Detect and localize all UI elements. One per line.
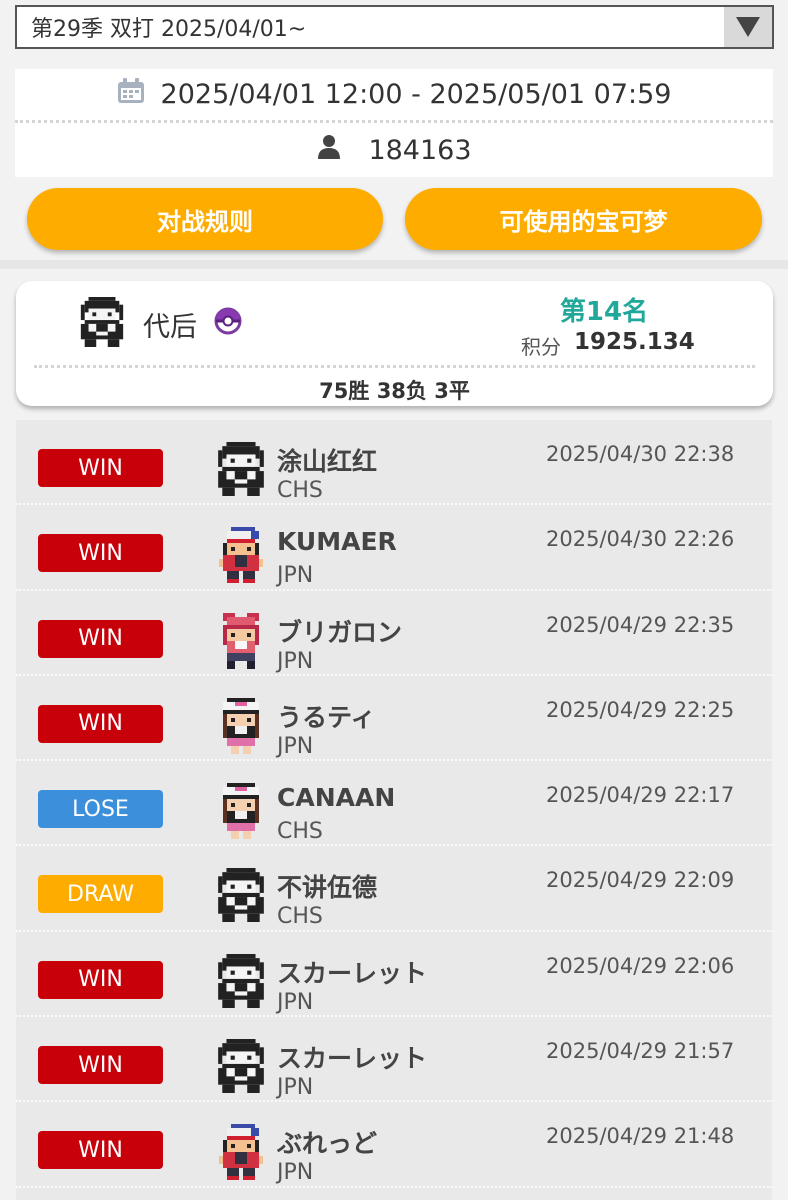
battle-time: 2025/04/30 22:38 bbox=[546, 442, 735, 466]
opponent-name: 涂山红红 bbox=[277, 447, 378, 476]
battle-time: 2025/04/29 22:25 bbox=[546, 697, 735, 722]
participants-count: 184163 bbox=[368, 134, 472, 166]
win-loss-record: 75胜 38负 3平 bbox=[319, 379, 470, 403]
opponent-name: ブリガロン bbox=[277, 617, 403, 647]
opponent-country: JPN bbox=[277, 563, 314, 589]
opponent-name: スカーレット bbox=[277, 958, 428, 988]
battle-time: 2025/04/29 22:17 bbox=[546, 783, 735, 808]
opponent-name: ぶれっど bbox=[277, 1129, 378, 1159]
season-info-card: 2025/04/01 12:00 - 2025/05/01 07:59 1841… bbox=[15, 69, 773, 177]
opponent-country: JPN bbox=[277, 648, 314, 674]
battle-time: 2025/04/29 22:09 bbox=[546, 868, 735, 893]
season-select[interactable]: 第29季 双打 2025/04/01~ bbox=[15, 5, 774, 49]
player-summary-card: 代后 第14名 积分 1925.134 75胜 38负 3平 bbox=[16, 281, 773, 406]
white-hat-girl-trainer-avatar bbox=[223, 697, 259, 754]
opponent-country: JPN bbox=[277, 1160, 314, 1186]
usable-pokemon-button[interactable]: 可使用的宝可梦 bbox=[405, 188, 762, 250]
battle-time: 2025/04/29 21:48 bbox=[546, 1124, 735, 1149]
battle-row[interactable]: WIN スカーレット JPN 2025/04/29 21:57 bbox=[16, 1017, 772, 1103]
battle-row[interactable]: WIN 涂山红红 CHS 2025/04/30 22:38 bbox=[16, 420, 772, 506]
opponent-name: 不讲伍德 bbox=[277, 873, 378, 903]
triangle-down-icon[interactable] bbox=[724, 7, 772, 47]
result-badge: WIN bbox=[38, 449, 163, 487]
opponent-country: JPN bbox=[277, 1075, 314, 1101]
battle-row[interactable]: WIN ブリガロン JPN 2025/04/29 22:35 bbox=[16, 591, 772, 676]
battle-rules-button[interactable]: 对战规则 bbox=[27, 188, 383, 250]
white-hat-girl-trainer-avatar bbox=[223, 783, 259, 840]
result-badge: WIN bbox=[38, 1131, 163, 1170]
opponent-name: うるティ bbox=[277, 702, 376, 732]
season-select-label: 第29季 双打 2025/04/01~ bbox=[31, 17, 307, 42]
score-value: 1925.134 bbox=[574, 329, 695, 355]
player-rank: 第14名 bbox=[559, 297, 649, 327]
battle-time: 2025/04/29 21:57 bbox=[546, 1039, 735, 1064]
result-badge: LOSE bbox=[38, 790, 163, 829]
battle-history-list: WIN 涂山红红 CHS 2025/04/30 22:38 WIN KUMAER… bbox=[16, 420, 772, 1200]
battle-row[interactable]: WIN うるティ JPN 2025/04/29 22:25 bbox=[16, 676, 772, 762]
battle-row[interactable]: DRAW 不讲伍德 CHS 2025/04/29 22:09 bbox=[16, 846, 772, 932]
player-name: 代后 bbox=[143, 312, 197, 343]
white-cap-trainer-avatar bbox=[219, 527, 263, 584]
section-divider bbox=[0, 260, 788, 269]
battle-time: 2025/04/29 22:35 bbox=[546, 612, 735, 637]
opponent-country: CHS bbox=[277, 478, 323, 503]
opponent-name: CANAAN bbox=[277, 783, 396, 813]
white-cap-trainer-avatar bbox=[219, 1124, 263, 1181]
black-hair-trainer-avatar bbox=[218, 868, 264, 923]
score-label: 积分 bbox=[521, 335, 561, 359]
participants-row: 184163 bbox=[15, 123, 773, 177]
battle-row[interactable]: WIN KUMAER JPN 2025/04/30 22:26 bbox=[16, 505, 772, 591]
result-badge: DRAW bbox=[38, 875, 163, 914]
black-hair-trainer-avatar bbox=[218, 442, 264, 496]
opponent-name: スカーレット bbox=[277, 1044, 428, 1074]
battle-row[interactable]: WIN スカーレット JPN 2025/04/29 22:06 bbox=[16, 932, 772, 1018]
period-text: 2025/04/01 12:00 - 2025/05/01 07:59 bbox=[160, 79, 672, 110]
battle-row[interactable]: LOSE CANAAN CHS 2025/04/29 22:17 bbox=[16, 761, 772, 847]
pink-hair-trainer-avatar bbox=[223, 612, 259, 669]
master-ball-icon bbox=[214, 307, 242, 335]
result-badge: WIN bbox=[38, 960, 163, 999]
opponent-name: KUMAER bbox=[277, 527, 397, 557]
result-badge: WIN bbox=[38, 534, 163, 573]
person-icon bbox=[316, 134, 342, 167]
opponent-country: CHS bbox=[277, 904, 323, 930]
black-hair-trainer-avatar bbox=[218, 1039, 264, 1094]
result-badge: WIN bbox=[38, 619, 163, 658]
battle-time: 2025/04/30 22:26 bbox=[546, 527, 735, 552]
black-hair-trainer-avatar bbox=[218, 953, 264, 1008]
result-badge: WIN bbox=[38, 1046, 163, 1085]
period-row: 2025/04/01 12:00 - 2025/05/01 07:59 bbox=[15, 69, 773, 123]
result-badge: WIN bbox=[38, 704, 163, 743]
battle-row[interactable]: WIN ぶれっど JPN 2025/04/29 21:48 bbox=[16, 1102, 772, 1188]
battle-time: 2025/04/29 22:06 bbox=[546, 953, 735, 978]
player-avatar bbox=[80, 297, 124, 347]
opponent-country: JPN bbox=[277, 733, 314, 759]
opponent-country: CHS bbox=[277, 819, 323, 845]
calendar-icon bbox=[117, 78, 145, 111]
opponent-country: JPN bbox=[277, 989, 314, 1015]
